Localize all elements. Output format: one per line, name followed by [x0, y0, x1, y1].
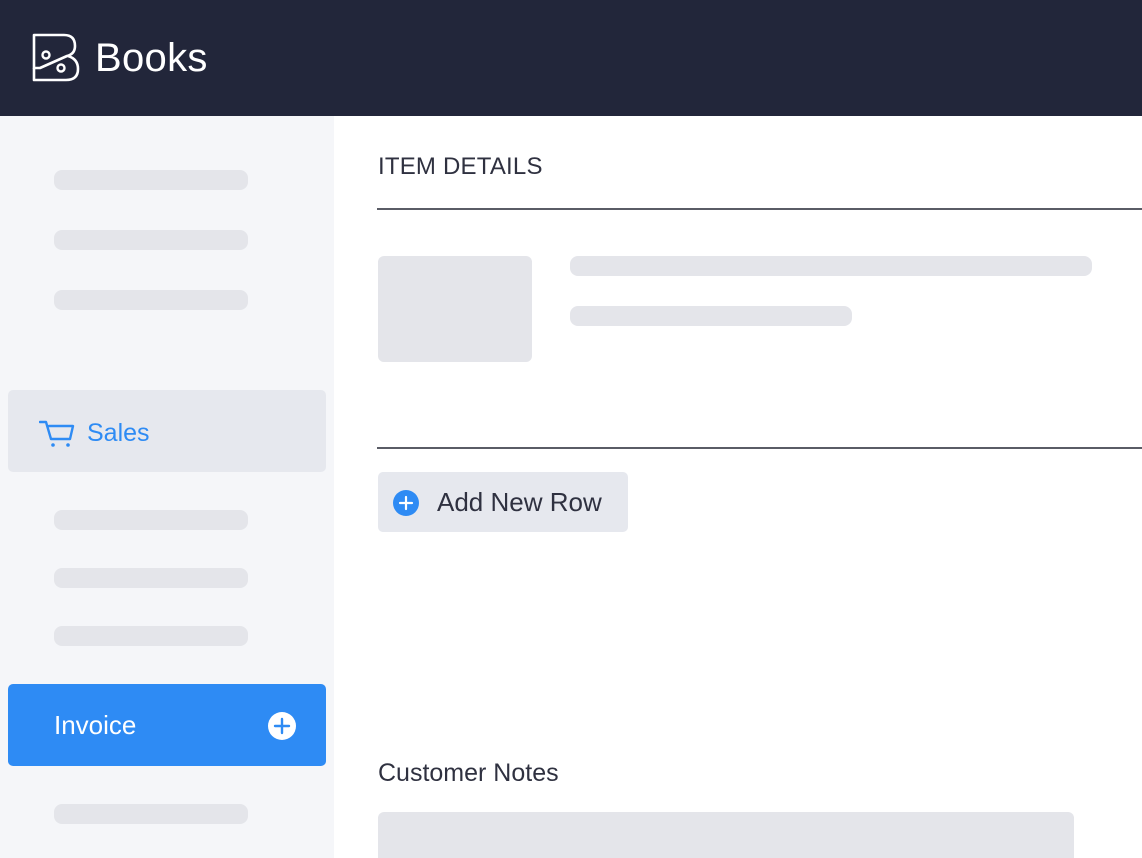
customer-notes-field[interactable] — [378, 812, 1074, 858]
sidebar-item-placeholder — [54, 510, 248, 530]
sidebar-item-placeholder — [54, 290, 248, 310]
sidebar-item-label: Invoice — [54, 710, 137, 740]
main-content: ITEM DETAILS Add New Row Customer Notes — [334, 116, 1142, 858]
sidebar-item-placeholder — [54, 626, 248, 646]
app-name: Books — [95, 36, 208, 80]
section-title: ITEM DETAILS — [378, 153, 543, 180]
top-bar: Books — [0, 0, 1142, 116]
sidebar-item-label: Sales — [87, 419, 150, 447]
plus-circle-icon[interactable] — [267, 711, 297, 741]
item-text-placeholder — [570, 306, 852, 326]
sidebar: Sales Invoice — [0, 116, 334, 858]
divider — [377, 447, 1142, 449]
customer-notes-label: Customer Notes — [378, 759, 559, 787]
books-logo-icon — [32, 33, 80, 82]
sidebar-item-placeholder — [54, 568, 248, 588]
sidebar-item-placeholder — [54, 170, 248, 190]
item-text-placeholder — [570, 256, 1092, 276]
sidebar-item-sales[interactable]: Sales — [8, 390, 326, 472]
divider — [377, 208, 1142, 210]
add-new-row-label: Add New Row — [437, 487, 602, 517]
sidebar-item-placeholder — [54, 804, 248, 824]
plus-circle-icon — [393, 490, 419, 516]
cart-icon — [39, 420, 75, 447]
sidebar-item-invoice[interactable]: Invoice — [8, 684, 326, 766]
sidebar-item-placeholder — [54, 230, 248, 250]
item-image-placeholder — [378, 256, 532, 362]
add-new-row-button[interactable]: Add New Row — [378, 472, 628, 532]
